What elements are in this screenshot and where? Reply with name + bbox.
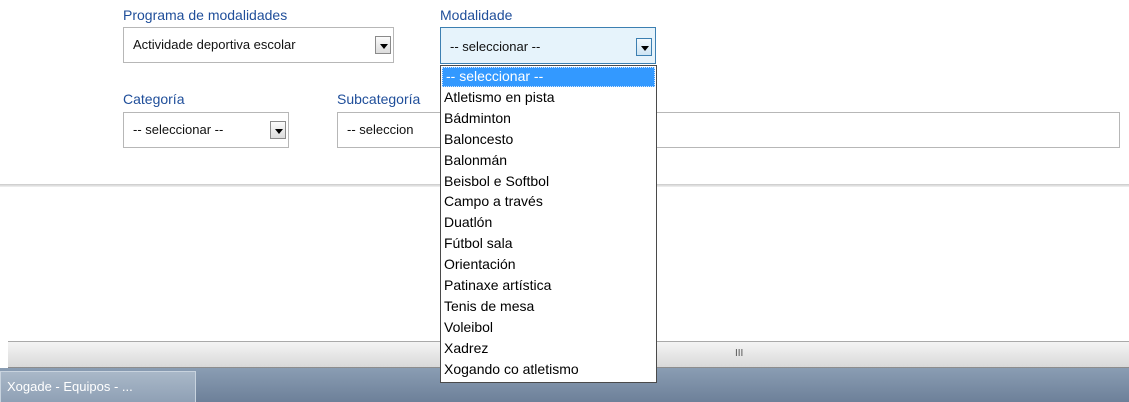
dropdown-option[interactable]: Baloncesto (441, 129, 656, 150)
dropdown-option[interactable]: -- seleccionar -- (442, 67, 655, 87)
modalidade-dropdown-list: -- seleccionar -- Atletismo en pista Bádmi… (440, 65, 657, 383)
dropdown-option[interactable]: Bádminton (441, 108, 656, 129)
chevron-down-icon[interactable] (270, 121, 286, 139)
dropdown-option[interactable]: Duatlón (441, 212, 656, 233)
dropdown-option[interactable]: Beisbol e Softbol (441, 171, 656, 192)
subcategoria-label: Subcategoría (337, 91, 421, 107)
chevron-down-icon[interactable] (375, 36, 391, 54)
chevron-down-icon[interactable] (636, 38, 652, 56)
dropdown-option[interactable]: Tenis de mesa (441, 296, 656, 317)
dropdown-option[interactable]: Campo a través (441, 191, 656, 212)
programa-select[interactable]: Actividade deportiva escolar (123, 27, 394, 63)
modalidade-value: -- seleccionar -- (450, 39, 541, 54)
programa-label: Programa de modalidades (123, 7, 288, 23)
categoria-select[interactable]: -- seleccionar -- (123, 112, 289, 148)
modalidade-select[interactable]: -- seleccionar -- (440, 27, 656, 64)
dropdown-option[interactable]: Fútbol sala (441, 233, 656, 254)
modalidade-label: Modalidade (440, 7, 513, 23)
taskbar-tab[interactable]: Xogade - Equipos - ... (0, 371, 196, 402)
dropdown-option[interactable]: Orientación (441, 254, 656, 275)
dropdown-option[interactable]: Atletismo en pista (441, 87, 656, 108)
scroll-grip-icon[interactable]: III (735, 348, 743, 359)
dropdown-option[interactable]: Xadrez (441, 338, 656, 359)
dropdown-option[interactable]: Xogando co atletismo (441, 359, 656, 380)
dropdown-option[interactable]: Patinaxe artística (441, 275, 656, 296)
dropdown-option[interactable]: Balonmán (441, 150, 656, 171)
programa-value: Actividade deportiva escolar (133, 37, 296, 52)
categoria-label: Categoría (123, 91, 185, 107)
dropdown-option[interactable]: Voleibol (441, 317, 656, 338)
subcategoria-value: -- seleccion (347, 122, 414, 137)
categoria-value: -- seleccionar -- (133, 122, 224, 137)
